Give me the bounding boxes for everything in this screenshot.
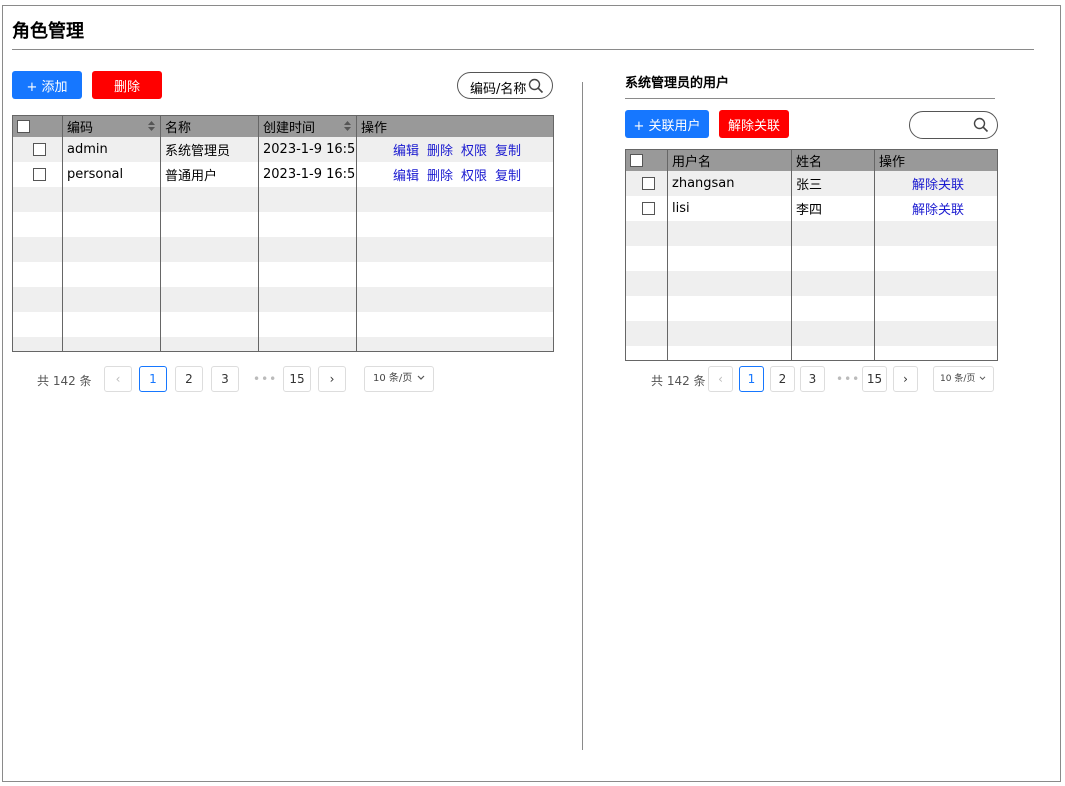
link-user-button[interactable]: + 关联用户 — [625, 110, 709, 138]
page-3-button[interactable]: 3 — [211, 366, 239, 392]
delete-link[interactable]: 删除 — [427, 169, 453, 184]
row-checkbox[interactable] — [642, 177, 655, 190]
search-icon[interactable] — [973, 117, 989, 133]
empty-row — [12, 287, 554, 312]
cell-created: 2023-1-9 16:5 — [258, 137, 357, 162]
empty-row — [12, 237, 554, 262]
page-size-label: 10 条/页 — [940, 374, 976, 384]
title-divider — [12, 49, 1034, 50]
permission-link[interactable]: 权限 — [461, 169, 487, 184]
add-button[interactable]: + 添加 — [12, 71, 82, 99]
edit-link[interactable]: 编辑 — [393, 144, 419, 159]
page-15-button[interactable]: 15 — [862, 366, 887, 392]
next-page-button[interactable]: › — [893, 366, 918, 392]
table-row: zhangsan 张三 解除关联 — [625, 171, 998, 196]
user-table: 用户名 姓名 操作 zhangsan 张三 解除关联 lisi 李四 解除关联 — [625, 149, 998, 361]
table-header-row: 编码 名称 创建时间 操作 — [12, 115, 554, 137]
total-count: 共 142 条 — [37, 374, 92, 388]
select-all-checkbox[interactable] — [630, 154, 643, 167]
panel-divider — [582, 82, 583, 750]
page-size-select[interactable]: 10 条/页 — [933, 366, 994, 392]
page-size-label: 10 条/页 — [373, 373, 413, 384]
header-actions: 操作 — [356, 115, 554, 137]
empty-row — [625, 296, 998, 321]
chevron-down-icon — [979, 376, 986, 381]
edit-link[interactable]: 编辑 — [393, 169, 419, 184]
cell-realname: 李四 — [791, 196, 875, 221]
unlink-link[interactable]: 解除关联 — [912, 178, 964, 193]
row-checkbox[interactable] — [642, 202, 655, 215]
select-all-checkbox[interactable] — [17, 120, 30, 133]
row-checkbox[interactable] — [33, 168, 46, 181]
page-1-button[interactable]: 1 — [139, 366, 167, 392]
empty-row — [12, 262, 554, 287]
next-page-button[interactable]: › — [318, 366, 346, 392]
copy-link[interactable]: 复制 — [495, 169, 521, 184]
pagination-ellipsis[interactable]: ••• — [836, 372, 860, 386]
cell-code: personal — [62, 162, 161, 187]
search-placeholder: 编码/名称 — [470, 82, 526, 97]
empty-row — [12, 187, 554, 212]
cell-created: 2023-1-9 16:5 — [258, 162, 357, 187]
unlink-button[interactable]: 解除关联 — [719, 110, 789, 138]
empty-row — [12, 212, 554, 237]
cell-name: 系统管理员 — [160, 137, 259, 162]
table-row: personal 普通用户 2023-1-9 16:5 编辑 删除 权限 复制 — [12, 162, 554, 187]
header-select-all[interactable] — [625, 149, 668, 171]
header-actions: 操作 — [874, 149, 998, 171]
cell-actions: 编辑 删除 权限 复制 — [356, 162, 554, 187]
sub-panel-divider — [625, 98, 995, 99]
cell-actions: 编辑 删除 权限 复制 — [356, 137, 554, 162]
table-row: lisi 李四 解除关联 — [625, 196, 998, 221]
search-icon[interactable] — [528, 78, 544, 94]
cell-realname: 张三 — [791, 171, 875, 196]
header-code-label: 编码 — [67, 121, 94, 136]
delete-link[interactable]: 删除 — [427, 144, 453, 159]
table-header-row: 用户名 姓名 操作 — [625, 149, 998, 171]
page-3-button[interactable]: 3 — [800, 366, 825, 392]
empty-row — [625, 321, 998, 346]
cell-username: lisi — [667, 196, 792, 221]
header-realname: 姓名 — [791, 149, 875, 171]
sub-panel-title: 系统管理员的用户 — [625, 76, 730, 91]
permission-link[interactable]: 权限 — [461, 144, 487, 159]
role-table: 编码 名称 创建时间 操作 admin 系统管理员 2023-1-9 16:5 … — [12, 115, 554, 352]
table-row: admin 系统管理员 2023-1-9 16:5 编辑 删除 权限 复制 — [12, 137, 554, 162]
chevron-down-icon — [418, 375, 425, 380]
empty-row — [12, 337, 554, 352]
row-checkbox[interactable] — [33, 143, 46, 156]
page-title: 角色管理 — [12, 21, 84, 42]
delete-button[interactable]: 删除 — [92, 71, 162, 99]
empty-row — [625, 246, 998, 271]
copy-link[interactable]: 复制 — [495, 144, 521, 159]
header-code[interactable]: 编码 — [62, 115, 161, 137]
header-name: 名称 — [160, 115, 259, 137]
page-2-button[interactable]: 2 — [770, 366, 795, 392]
header-created-label: 创建时间 — [263, 121, 316, 136]
cell-username: zhangsan — [667, 171, 792, 196]
sort-icon[interactable] — [147, 120, 156, 132]
header-created[interactable]: 创建时间 — [258, 115, 357, 137]
unlink-link[interactable]: 解除关联 — [912, 203, 964, 218]
cell-code: admin — [62, 137, 161, 162]
cell-name: 普通用户 — [160, 162, 259, 187]
user-search-input[interactable] — [909, 111, 998, 139]
sort-icon[interactable] — [343, 120, 352, 132]
role-search-input[interactable]: 编码/名称 — [457, 72, 553, 99]
pagination-ellipsis[interactable]: ••• — [253, 372, 277, 386]
page-size-select[interactable]: 10 条/页 — [364, 366, 434, 392]
prev-page-button[interactable]: ‹ — [708, 366, 733, 392]
total-count: 共 142 条 — [651, 374, 706, 388]
page-15-button[interactable]: 15 — [283, 366, 311, 392]
empty-row — [625, 346, 998, 361]
prev-page-button[interactable]: ‹ — [104, 366, 132, 392]
empty-row — [12, 312, 554, 337]
empty-row — [625, 271, 998, 296]
header-select-all[interactable] — [12, 115, 63, 137]
page-1-button[interactable]: 1 — [739, 366, 764, 392]
page-2-button[interactable]: 2 — [175, 366, 203, 392]
empty-row — [625, 221, 998, 246]
header-username: 用户名 — [667, 149, 792, 171]
